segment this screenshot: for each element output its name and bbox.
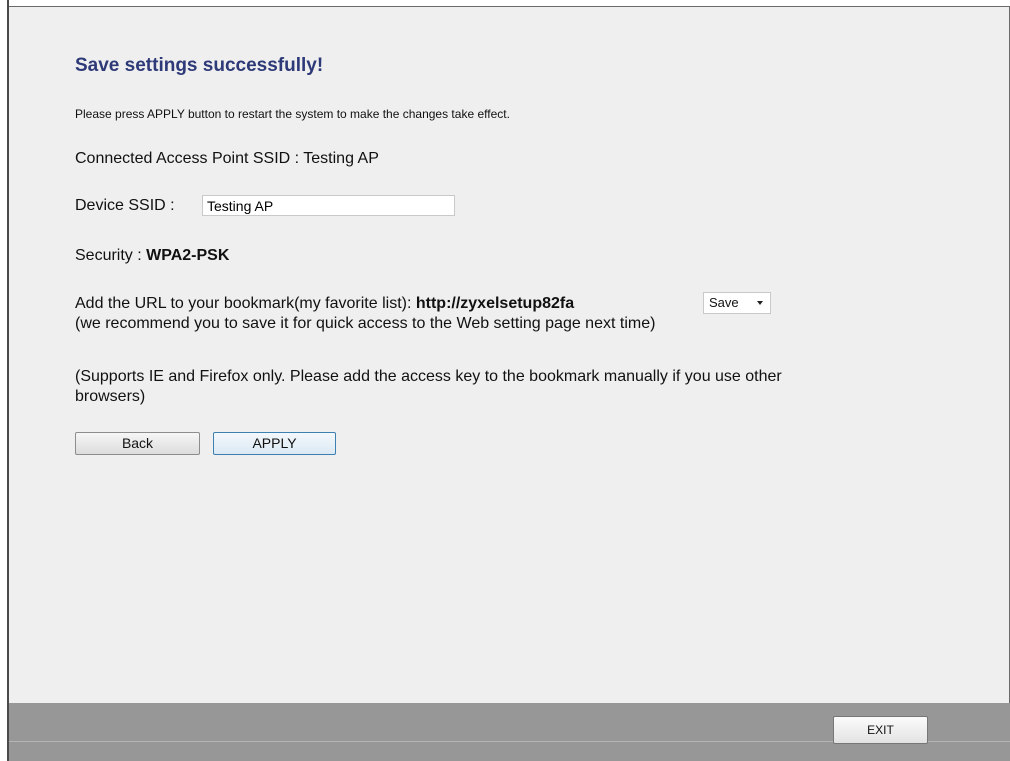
- bookmark-action-select[interactable]: Save: [703, 292, 771, 314]
- connected-ap-label: Connected Access Point SSID :: [75, 150, 304, 167]
- security-label: Security :: [75, 247, 147, 264]
- bookmark-recommend: (we recommend you to save it for quick a…: [75, 315, 656, 332]
- top-border: [9, 6, 1010, 7]
- page-title: Save settings successfully!: [75, 55, 324, 76]
- exit-button[interactable]: EXIT: [833, 716, 928, 744]
- bookmark-select-value: Save: [709, 295, 739, 310]
- connected-ap-value: Testing AP: [303, 150, 379, 167]
- chevron-down-icon: [757, 301, 763, 305]
- support-note-line1: (Supports IE and Firefox only. Please ad…: [75, 368, 782, 385]
- security-row: Security : WPA2-PSK: [75, 247, 229, 265]
- page-frame: Save settings successfully! Please press…: [0, 0, 1010, 761]
- bookmark-url: http://zyxelsetup82fa: [415, 295, 575, 312]
- apply-instruction: Please press APPLY button to restart the…: [75, 107, 510, 121]
- footer-bar: EXIT: [9, 703, 1010, 761]
- apply-button[interactable]: APPLY: [213, 432, 336, 455]
- support-note-line2: browsers): [75, 388, 146, 405]
- bookmark-label: Add the URL to your bookmark(my favorite…: [75, 295, 416, 312]
- device-ssid-input[interactable]: [202, 195, 455, 216]
- security-value: WPA2-PSK: [146, 247, 230, 264]
- left-border: [0, 0, 9, 761]
- device-ssid-label: Device SSID :: [75, 197, 175, 214]
- bookmark-row: Add the URL to your bookmark(my favorite…: [75, 295, 574, 313]
- back-button[interactable]: Back: [75, 432, 200, 455]
- connected-ap-row: Connected Access Point SSID : Testing AP: [75, 150, 379, 168]
